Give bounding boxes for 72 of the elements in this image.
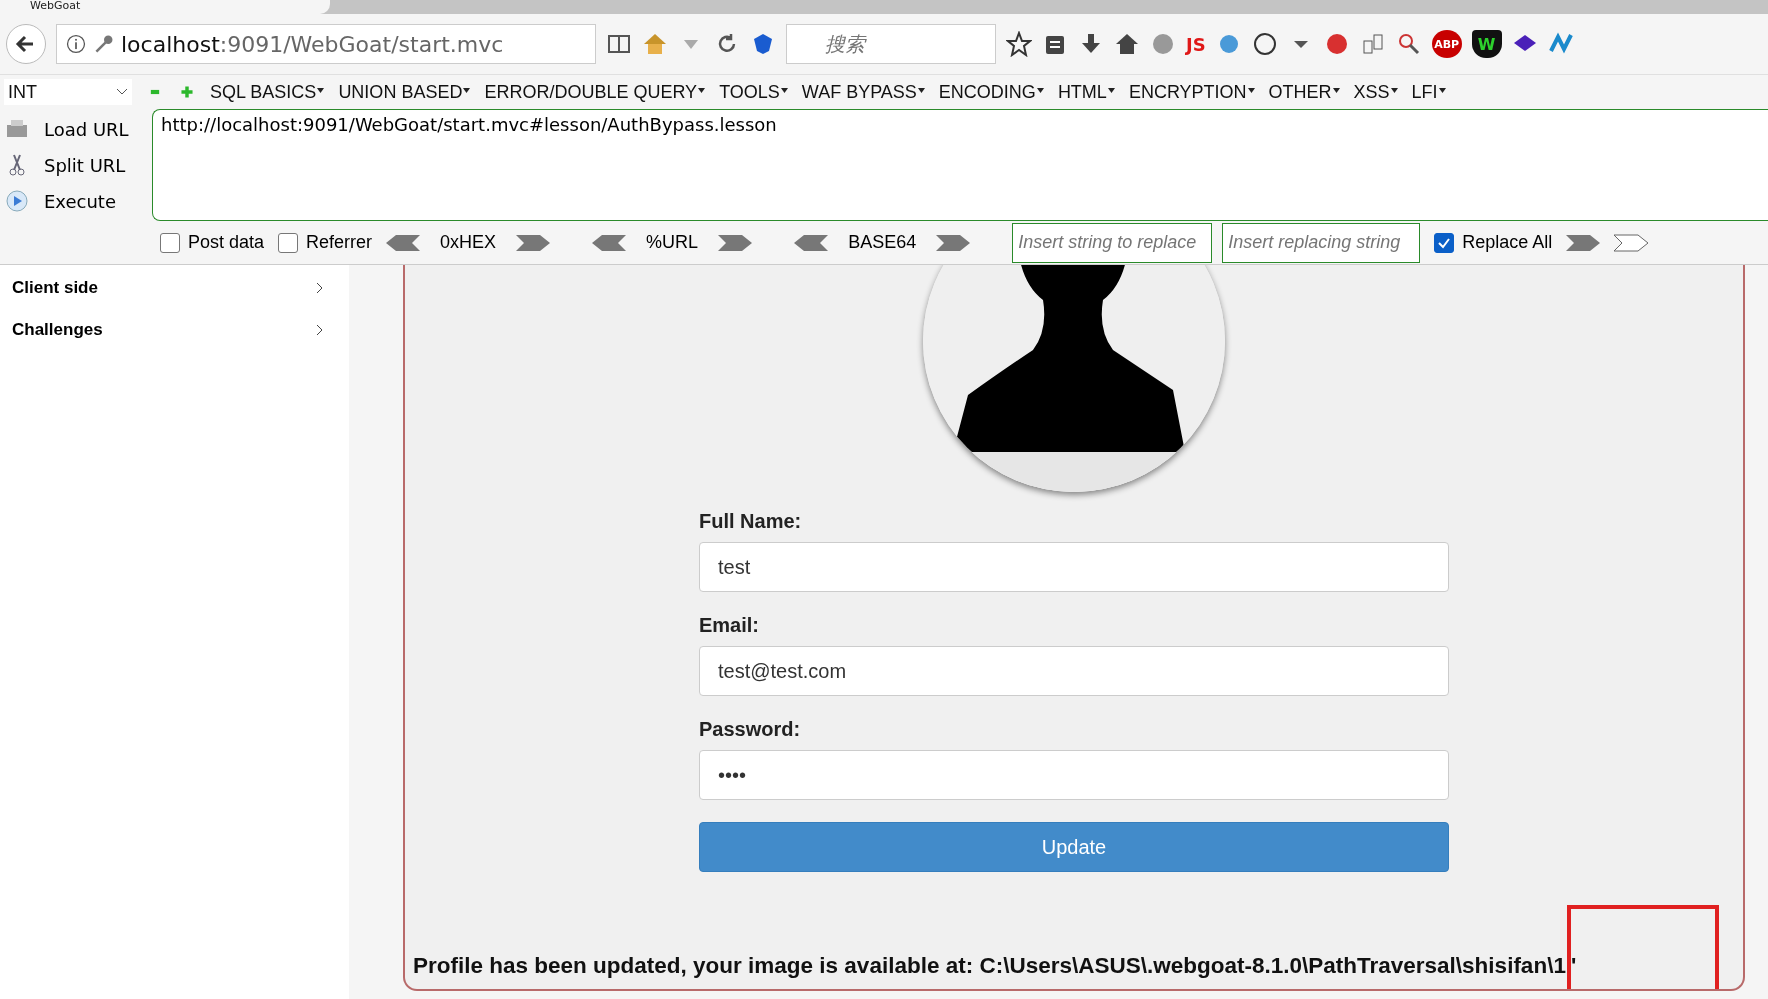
caret-icon	[1332, 87, 1340, 93]
checkbox[interactable]	[160, 232, 180, 253]
left-arrow-icon[interactable]	[386, 232, 421, 253]
text-field[interactable]: test	[699, 542, 1449, 592]
encoder-label: BASE64	[848, 232, 917, 253]
caret-icon	[780, 87, 788, 93]
hackbar-menu[interactable]: ERROR/DOUBLE QUERY	[484, 81, 706, 103]
left-arrow-icon[interactable]	[592, 232, 627, 253]
hackbar-menu[interactable]: HTML	[1057, 81, 1115, 103]
abp-icon[interactable]: ABP	[1431, 30, 1462, 58]
caret-icon	[463, 87, 471, 93]
right-arrow-icon[interactable]	[516, 232, 551, 253]
chevron-right-icon	[315, 281, 325, 295]
left-arrow-icon[interactable]	[794, 232, 829, 253]
encoder-label: 0xHEX	[440, 232, 497, 253]
caret-icon	[1438, 87, 1446, 93]
right-arrow-icon[interactable]	[718, 232, 753, 253]
hackbar-menu[interactable]: WAF BYPASS	[801, 81, 925, 103]
hackbar-menu[interactable]: ENCODING	[938, 81, 1044, 103]
url-input[interactable]: http://localhost:9091/WebGoat/start.mvc#lesson/AuthBypass.lesson	[152, 109, 1768, 221]
browser-tab[interactable]: WebGoat	[0, 0, 330, 14]
chevron-right-icon	[315, 323, 325, 337]
url-host: localhost	[121, 31, 220, 57]
star-icon[interactable]	[1006, 31, 1032, 57]
find-field[interactable]: Insert string to replace	[1012, 222, 1213, 263]
hackbar-menu[interactable]: ENCRYPTION	[1128, 81, 1255, 103]
option-label: Replace All	[1462, 232, 1553, 253]
right-arrow-icon[interactable]	[936, 232, 971, 253]
sidebar-item[interactable]: Challenges	[0, 309, 349, 351]
address-bar[interactable]: localhost:9091/WebGoat/start.mvc	[56, 24, 596, 64]
info-icon[interactable]	[65, 33, 87, 55]
back-button[interactable]	[6, 24, 46, 64]
shield-icon[interactable]: W	[1471, 30, 1502, 58]
caret-icon	[1107, 87, 1115, 93]
key-icon[interactable]	[93, 33, 115, 55]
search-field[interactable]: 搜索	[786, 24, 996, 64]
caret-icon	[1247, 87, 1255, 93]
type-select[interactable]: INT	[4, 79, 132, 105]
checkbox[interactable]	[278, 232, 299, 253]
encoder-label: %URL	[646, 232, 699, 253]
option-label: Post data	[188, 232, 265, 253]
hackbar-action[interactable]: Split URL	[0, 152, 152, 178]
sidebar-item[interactable]: Client side	[0, 267, 349, 309]
url-path: :9091/WebGoat/start.mvc	[219, 31, 504, 57]
js-icon[interactable]: JS	[1186, 33, 1206, 55]
caret-icon	[1036, 87, 1044, 93]
chevron-down-icon	[116, 88, 128, 96]
right-arrow-icon[interactable]	[1614, 232, 1649, 253]
update-button[interactable]: Update	[699, 822, 1449, 872]
caret-icon	[917, 87, 925, 93]
hackbar-menu[interactable]: TOOLS	[719, 81, 788, 103]
field-label: Password:	[699, 718, 802, 741]
hackbar-menu[interactable]: SQL BASICS	[210, 81, 325, 103]
option-label: Referrer	[306, 232, 373, 253]
hackbar-action[interactable]: Execute	[0, 188, 152, 214]
hackbar-menu[interactable]: LFI	[1411, 81, 1446, 103]
text-field[interactable]: ••••	[699, 750, 1449, 800]
hackbar-action[interactable]: Load URL	[0, 116, 152, 142]
field-label: Email:	[699, 614, 761, 637]
hackbar-menu[interactable]: OTHER	[1268, 81, 1340, 103]
caret-icon	[1390, 87, 1398, 93]
home-icon[interactable]	[1114, 31, 1140, 57]
caret-icon	[698, 87, 706, 93]
hackbar-menu[interactable]: XSS	[1353, 81, 1398, 103]
field-label: Full Name:	[699, 510, 803, 533]
checkbox[interactable]	[1434, 232, 1455, 253]
right-arrow-icon[interactable]	[1566, 232, 1601, 253]
play-icon[interactable]	[4, 188, 30, 214]
hackbar-menu[interactable]: UNION BASED	[338, 81, 471, 103]
replace-field[interactable]: Insert replacing string	[1222, 222, 1421, 263]
caret-icon	[317, 87, 325, 93]
text-field[interactable]: test@test.com	[699, 646, 1449, 696]
